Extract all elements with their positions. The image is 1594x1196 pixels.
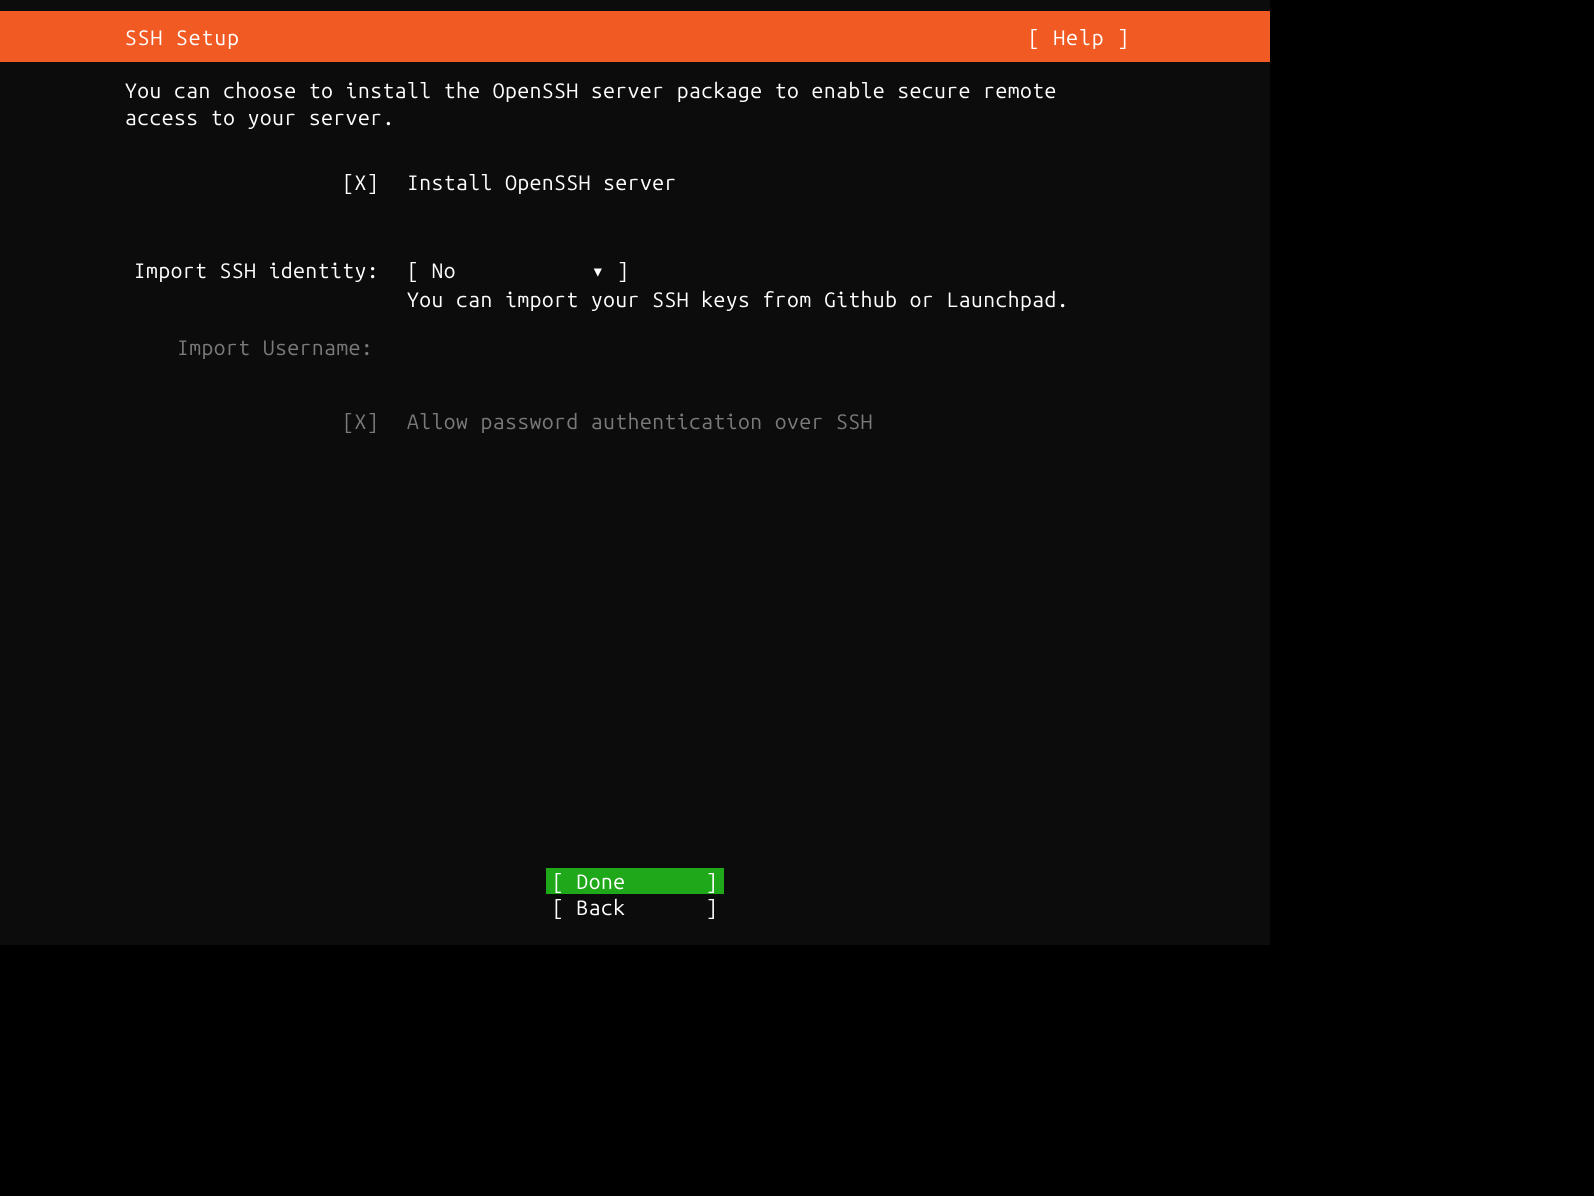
install-openssh-checkbox[interactable]: [X] [342, 170, 379, 194]
allow-password-label: Allow password authentication over SSH [407, 409, 873, 433]
allow-password-row: [X] Allow password authentication over S… [125, 409, 1130, 433]
footer-buttons: [ Done ] [ Back ] [0, 868, 1270, 920]
import-identity-hint: You can import your SSH keys from Github… [407, 287, 1130, 311]
import-identity-row: Import SSH identity: [ No▾ ] You can imp… [125, 258, 1130, 311]
install-openssh-label: Install OpenSSH server [407, 170, 677, 194]
description-text: You can choose to install the OpenSSH se… [125, 77, 1130, 132]
header-bar: SSH Setup [ Help ] [0, 11, 1270, 62]
help-button[interactable]: [ Help ] [1028, 25, 1130, 49]
install-openssh-row: [X] Install OpenSSH server [125, 170, 1130, 194]
import-username-label: Import Username: [177, 335, 373, 359]
done-button[interactable]: [ Done ] [546, 868, 724, 894]
content-area: You can choose to install the OpenSSH se… [125, 77, 1130, 433]
chevron-down-icon: ▾ [592, 258, 605, 282]
import-identity-label: Import SSH identity: [134, 258, 379, 282]
back-button[interactable]: [ Back ] [546, 894, 724, 920]
import-username-row: Import Username: [125, 335, 1130, 359]
allow-password-checkbox: [X] [342, 409, 379, 433]
installer-frame: SSH Setup [ Help ] You can choose to ins… [0, 0, 1270, 945]
import-identity-dropdown[interactable]: [ No▾ ] [407, 258, 629, 282]
page-title: SSH Setup [125, 25, 240, 49]
